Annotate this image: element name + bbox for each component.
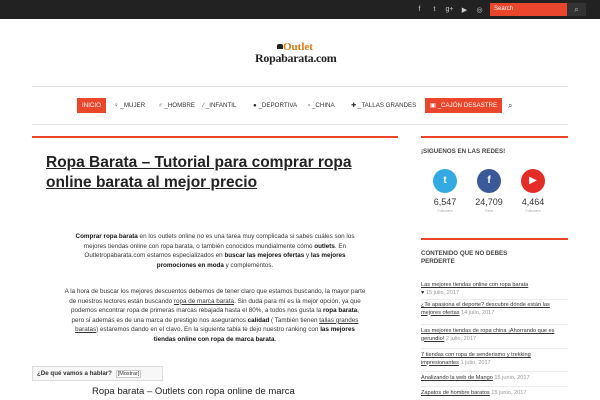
post-divider	[421, 299, 568, 300]
sidebar-accent-bar	[421, 238, 568, 240]
magic-wand-icon: ⁄	[203, 102, 205, 109]
youtube-icon[interactable]: ▶	[457, 6, 472, 14]
article-paragraph-1: Comprar ropa barata en los outlets onlin…	[75, 233, 355, 269]
posts-heading-line-1: CONTENIDO QUE NO DEBES	[421, 250, 508, 257]
google-plus-icon[interactable]: g+	[442, 6, 457, 13]
nav-item-inicio[interactable]: INICIO	[77, 98, 106, 113]
social-links: f t g+ ▶ ◎	[412, 0, 487, 19]
post-title[interactable]: Las mejores tiendas online con ropa bara…	[421, 282, 528, 288]
twitter-icon[interactable]: t	[433, 169, 457, 193]
post-date: 15 junio, 2017	[494, 375, 530, 381]
article-title[interactable]: Ropa Barata – Tutorial para comprar ropa…	[46, 153, 386, 193]
post-title[interactable]: Zapatos de hombre baratos	[421, 390, 490, 396]
twitter-icon[interactable]: t	[427, 6, 442, 13]
nav-label: _MUJER	[120, 102, 146, 109]
nav-item-deportiva[interactable]: ● _DEPORTIVA	[253, 98, 297, 113]
instagram-icon[interactable]: ◎	[472, 6, 487, 14]
search-button[interactable]: ⌕	[567, 3, 586, 16]
list-item[interactable]: Zapatos de hombre baratos 15 junio, 2017	[421, 390, 568, 398]
man-icon: ♂	[158, 102, 163, 109]
list-item[interactable]: Las mejores tiendas online con ropa bara…	[421, 282, 568, 297]
plus-icon: ✚	[351, 102, 357, 109]
youtube-label: Followers	[525, 209, 541, 213]
nav-item-infantil[interactable]: ⁄ _INFANTIL	[203, 98, 236, 113]
facebook-count: 24,709	[475, 197, 503, 207]
site-logo[interactable]: Outlet Ropabarata.com	[255, 41, 350, 66]
nav-label: _CHINA	[311, 102, 335, 109]
list-item[interactable]: Analizando la web de Mango 15 junio, 201…	[421, 375, 568, 383]
nav-item-china[interactable]: ▫ _CHINA	[308, 98, 335, 113]
ball-icon: ●	[253, 102, 257, 109]
posts-heading-line-2: PERDERTE	[421, 258, 455, 265]
flag-icon: ▫	[308, 102, 311, 109]
article-subheading: Ropa barata – Outlets con ropa online de…	[92, 386, 295, 397]
search-input[interactable]: Search	[490, 3, 567, 16]
box-icon: ▣	[430, 102, 436, 109]
heart-icon: ♥	[421, 289, 425, 296]
post-date: 15 julio, 2017	[425, 289, 460, 296]
youtube-icon[interactable]: ▶	[521, 169, 545, 193]
post-divider	[421, 324, 568, 325]
article-paragraph-2: A la hora de buscar los mejores descuent…	[64, 288, 366, 343]
post-date: 2 julio, 2017	[445, 335, 477, 342]
post-date: 14 julio, 2017	[461, 309, 495, 316]
youtube-count: 4,464	[521, 197, 545, 207]
header-divider	[32, 86, 568, 87]
list-item[interactable]: ¿Te apasiona el deporte? descubre dónde …	[421, 302, 568, 317]
post-title[interactable]: Las mejores tiendas de ropa china ¡Ahorr…	[421, 328, 554, 342]
nav-label: _DEPORTIVA	[258, 102, 298, 109]
nav-label: _INFANTIL	[205, 102, 237, 109]
twitter-count: 6,547	[433, 197, 457, 207]
nav-search-button[interactable]: ⌕	[508, 98, 512, 113]
posts-heading: CONTENIDO QUE NO DEBES PERDERTE	[421, 250, 507, 266]
nav-label: _CAJÓN DESASTRE	[437, 102, 498, 109]
nav-item-cajon-desastre[interactable]: ▣ _CAJÓN DESASTRE	[425, 98, 503, 113]
nav-divider	[32, 124, 568, 125]
main-nav: INICIO ♀ _MUJER ♂ _HOMBRE ⁄ _INFANTIL ● …	[0, 98, 600, 113]
search-icon: ⌕	[508, 101, 513, 110]
toc-label: ¿De qué vamos a hablar?	[37, 370, 112, 377]
list-item[interactable]: 7 tiendas con ropa de senderismo y trekk…	[421, 352, 568, 367]
nav-item-hombre[interactable]: ♂ _HOMBRE	[158, 98, 195, 113]
social-heading: ¡SIGUENOS EN LAS REDES!	[421, 148, 506, 155]
search-icon: ⌕	[574, 5, 579, 14]
nav-label: _HOMBRE	[164, 102, 195, 109]
post-date: 1 julio, 2017	[460, 359, 491, 366]
sidebar-accent-bar	[421, 136, 568, 138]
top-bar: f t g+ ▶ ◎ Search ⌕	[0, 0, 600, 19]
woman-icon: ♀	[114, 102, 119, 109]
twitter-label: Followers	[437, 209, 453, 213]
nav-label: _TALLAS GRANDES	[357, 102, 417, 109]
post-divider	[421, 386, 568, 387]
post-divider	[421, 348, 568, 349]
table-of-contents[interactable]: ¿De qué vamos a hablar? [Mostrar]	[32, 366, 163, 381]
facebook-icon[interactable]: f	[477, 169, 501, 193]
nav-item-tallas-grandes[interactable]: ✚ _TALLAS GRANDES	[351, 98, 416, 113]
post-date: 15 junio, 2017	[491, 390, 527, 396]
list-item[interactable]: Las mejores tiendas de ropa china ¡Ahorr…	[421, 328, 568, 343]
logo-line-2: Ropabarata.com	[255, 51, 337, 65]
toc-toggle[interactable]: [Mostrar]	[115, 370, 142, 378]
nav-item-mujer[interactable]: ♀ _MUJER	[114, 98, 145, 113]
post-title[interactable]: Analizando la web de Mango	[421, 375, 493, 381]
facebook-icon[interactable]: f	[412, 6, 427, 13]
facebook-label: Fans	[485, 209, 493, 213]
post-divider	[421, 371, 568, 372]
article-accent-bar	[32, 136, 398, 138]
